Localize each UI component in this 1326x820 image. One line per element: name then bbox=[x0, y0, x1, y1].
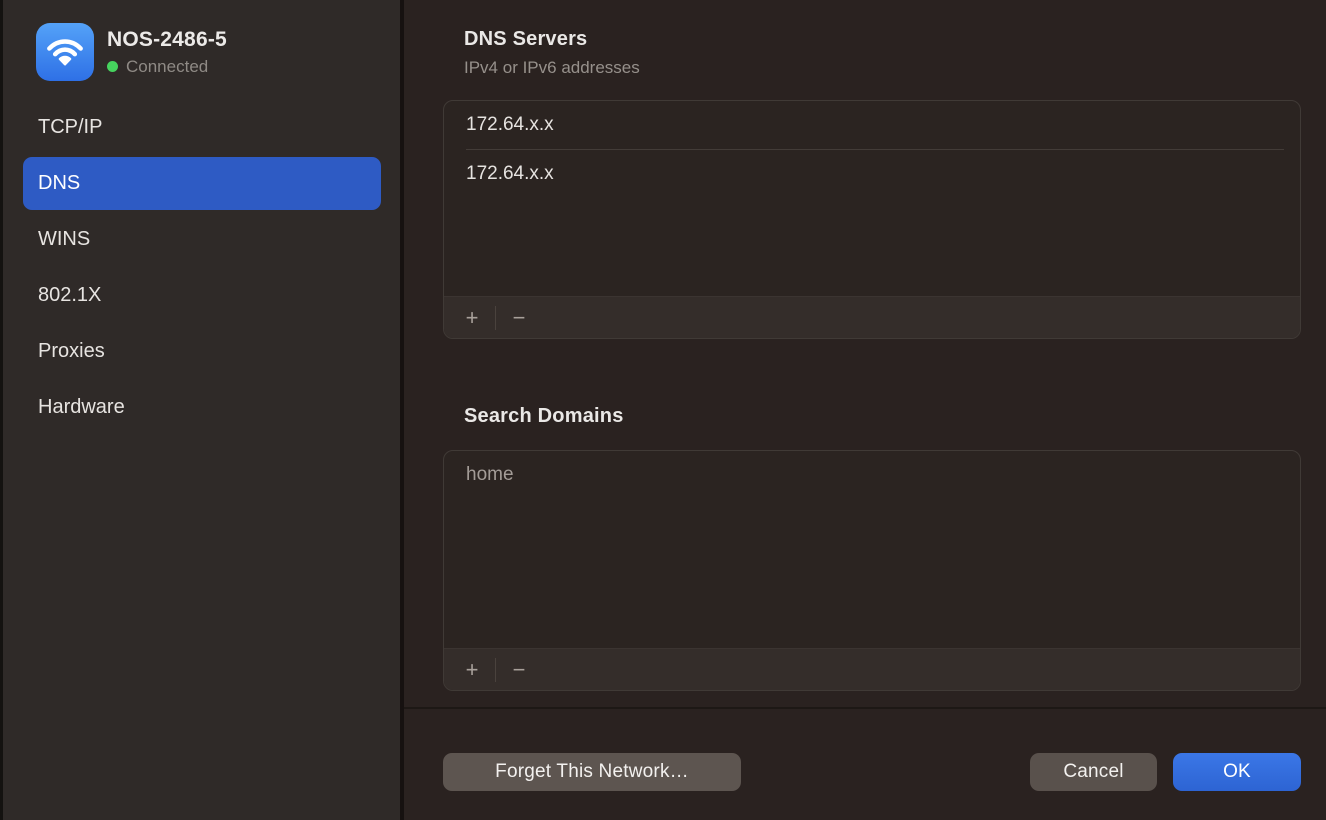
dns-servers-listbox: 172.64.x.x 172.64.x.x + − bbox=[443, 100, 1301, 339]
wifi-icon bbox=[36, 23, 94, 81]
ok-button[interactable]: OK bbox=[1173, 753, 1301, 791]
sidebar-item-wins[interactable]: WINS bbox=[23, 213, 381, 266]
network-name: NOS-2486-5 bbox=[107, 28, 227, 52]
dns-server-entry[interactable]: 172.64.x.x bbox=[444, 101, 1300, 149]
add-search-domain-button[interactable]: + bbox=[456, 654, 488, 686]
dns-servers-toolbar: + − bbox=[444, 296, 1300, 338]
search-domains-listbox: home + − bbox=[443, 450, 1301, 691]
search-domains-list: home bbox=[444, 451, 1300, 648]
remove-dns-server-button[interactable]: − bbox=[503, 302, 535, 334]
dns-servers-title: DNS Servers bbox=[464, 28, 1301, 51]
dialog-action-bar: Forget This Network… Cancel OK bbox=[443, 753, 1301, 791]
search-domain-entry[interactable]: home bbox=[444, 451, 1300, 499]
sidebar-item-hardware[interactable]: Hardware bbox=[23, 381, 381, 434]
network-status: Connected bbox=[107, 57, 227, 77]
footer-divider bbox=[404, 707, 1326, 709]
dns-settings-panel: DNS Servers IPv4 or IPv6 addresses 172.6… bbox=[404, 0, 1326, 820]
dns-server-entry[interactable]: 172.64.x.x bbox=[444, 150, 1300, 198]
cancel-button[interactable]: Cancel bbox=[1030, 753, 1157, 791]
sidebar-item-tcpip[interactable]: TCP/IP bbox=[23, 101, 381, 154]
forget-network-button[interactable]: Forget This Network… bbox=[443, 753, 741, 791]
toolbar-divider bbox=[495, 658, 496, 682]
remove-search-domain-button[interactable]: − bbox=[503, 654, 535, 686]
dns-servers-list: 172.64.x.x 172.64.x.x bbox=[444, 101, 1300, 296]
search-domains-title: Search Domains bbox=[464, 405, 1301, 428]
network-header: NOS-2486-5 Connected bbox=[3, 23, 400, 81]
add-dns-server-button[interactable]: + bbox=[456, 302, 488, 334]
network-details-sidebar: NOS-2486-5 Connected TCP/IP DNS WINS 802… bbox=[3, 0, 404, 820]
sidebar-item-dns[interactable]: DNS bbox=[23, 157, 381, 210]
sidebar-item-proxies[interactable]: Proxies bbox=[23, 325, 381, 378]
status-dot-icon bbox=[107, 61, 118, 72]
dns-servers-subtitle: IPv4 or IPv6 addresses bbox=[464, 58, 1301, 78]
status-label: Connected bbox=[126, 57, 208, 77]
toolbar-divider bbox=[495, 306, 496, 330]
search-domains-toolbar: + − bbox=[444, 648, 1300, 690]
network-info: NOS-2486-5 Connected bbox=[107, 28, 227, 77]
settings-nav: TCP/IP DNS WINS 802.1X Proxies Hardware bbox=[3, 101, 400, 434]
sidebar-item-8021x[interactable]: 802.1X bbox=[23, 269, 381, 322]
